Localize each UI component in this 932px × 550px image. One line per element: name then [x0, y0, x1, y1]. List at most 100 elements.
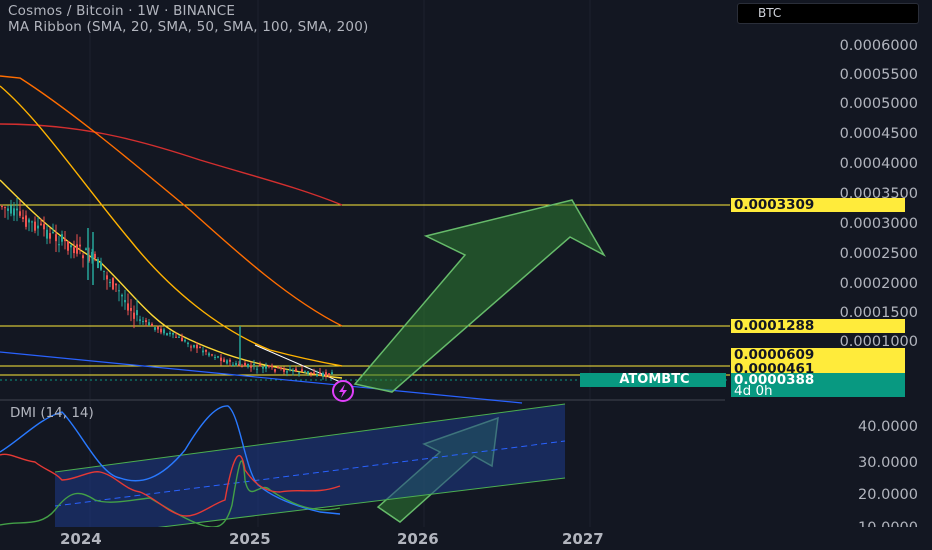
candle-body	[73, 247, 75, 254]
candle-body	[34, 221, 36, 231]
candle-body	[328, 373, 330, 376]
candle-body	[43, 224, 45, 230]
candle-body	[319, 372, 321, 374]
candle-body	[100, 262, 102, 270]
candle-body	[301, 369, 303, 372]
candle-body	[136, 310, 138, 316]
candle-body	[310, 372, 312, 374]
candle-body	[1, 206, 3, 208]
price-tick: 0.0004000	[839, 156, 918, 172]
candle-body	[190, 346, 192, 348]
candle-body	[16, 208, 18, 211]
price-tick: 0.0005000	[839, 96, 918, 112]
candle-body	[130, 307, 132, 311]
countdown-tag: 4d 0h	[731, 384, 905, 398]
candle-body	[94, 253, 96, 258]
candle-body	[211, 354, 213, 356]
time-axis[interactable]	[0, 527, 932, 550]
currency-badge[interactable]: BTC	[737, 3, 919, 24]
candle-body	[7, 208, 9, 211]
candle-body	[322, 373, 324, 377]
price-tick: 0.0004500	[839, 126, 918, 142]
candle-body	[244, 363, 246, 366]
candle-body	[232, 364, 234, 366]
candle-body	[241, 366, 243, 368]
candle-body	[184, 339, 186, 342]
candle-body	[217, 356, 219, 358]
ma200-line	[0, 123, 343, 206]
chart-title[interactable]: Cosmos / Bitcoin · 1W · BINANCE	[8, 3, 235, 19]
candle-body	[214, 356, 216, 358]
candle-body	[58, 244, 60, 246]
candle-body	[283, 368, 285, 372]
candle-body	[313, 372, 315, 375]
indicator-label[interactable]: MA Ribbon (SMA, 20, SMA, 50, SMA, 100, S…	[8, 19, 368, 35]
candle-body	[76, 244, 78, 254]
chart-canvas[interactable]	[0, 0, 932, 550]
price-tick: 0.0006000	[839, 38, 918, 54]
candle-body	[178, 336, 180, 338]
candle-body	[172, 332, 174, 335]
candle-body	[25, 215, 27, 227]
candle-body	[202, 350, 204, 353]
candle-body	[250, 366, 252, 368]
candle-body	[49, 233, 51, 239]
candle-body	[271, 366, 273, 368]
candle-body	[106, 275, 108, 280]
candle-body	[205, 349, 207, 352]
candle-body	[253, 363, 255, 365]
candle-body	[304, 370, 306, 372]
dmi-title[interactable]: DMI (14, 14)	[10, 405, 94, 421]
price-tick: 0.0005500	[839, 67, 918, 83]
candle-body	[151, 323, 153, 326]
arrow-up-large[interactable]	[353, 199, 606, 393]
candle-body	[262, 367, 264, 369]
candle-body	[226, 360, 228, 364]
candle-body	[61, 234, 63, 242]
candle-body	[307, 371, 309, 374]
candle-body	[298, 372, 300, 374]
candle-body	[208, 353, 210, 356]
dmi-channel[interactable]	[55, 404, 565, 540]
candle-body	[127, 303, 129, 311]
candle-body	[37, 225, 39, 229]
time-label: 2026	[397, 530, 439, 548]
ma50-line	[0, 85, 343, 367]
candle-body	[247, 363, 249, 368]
time-label: 2027	[562, 530, 604, 548]
horizontal-levels[interactable]	[0, 204, 730, 376]
candle-body	[109, 281, 111, 284]
price-tag-level-3[interactable]: 0.0000609	[731, 348, 905, 362]
ma-ribbon	[0, 75, 343, 379]
dmi-tick: 40.0000	[858, 419, 918, 435]
price-tag-level-1[interactable]: 0.0003309	[731, 198, 905, 212]
candle-body	[22, 217, 24, 220]
price-tag-level-2[interactable]: 0.0001288	[731, 319, 905, 333]
candle-body	[277, 366, 279, 368]
candle-body	[97, 258, 99, 269]
candle-body	[289, 369, 291, 371]
candle-body	[121, 294, 123, 297]
candle-body	[112, 278, 114, 290]
candle-body	[169, 332, 171, 335]
candle-body	[55, 234, 57, 242]
price-tick: 0.0002500	[839, 246, 918, 262]
candle-body	[331, 372, 333, 374]
candle-body	[259, 364, 261, 367]
lightning-icon[interactable]	[332, 380, 354, 402]
trend-line[interactable]	[0, 351, 523, 404]
candle-body	[193, 345, 195, 348]
candle-body	[187, 342, 189, 345]
candle-body	[103, 270, 105, 272]
candle-body	[142, 321, 144, 323]
time-label: 2025	[229, 530, 271, 548]
candle-body	[163, 329, 165, 334]
symbol-tag[interactable]: ATOMBTC	[580, 373, 726, 387]
candle-body	[124, 299, 126, 303]
candle-body	[160, 328, 162, 333]
candle-body	[265, 365, 267, 369]
candle-body	[316, 374, 318, 376]
candle-body	[64, 238, 66, 242]
candle-body	[139, 319, 141, 321]
candle-body	[19, 211, 21, 216]
